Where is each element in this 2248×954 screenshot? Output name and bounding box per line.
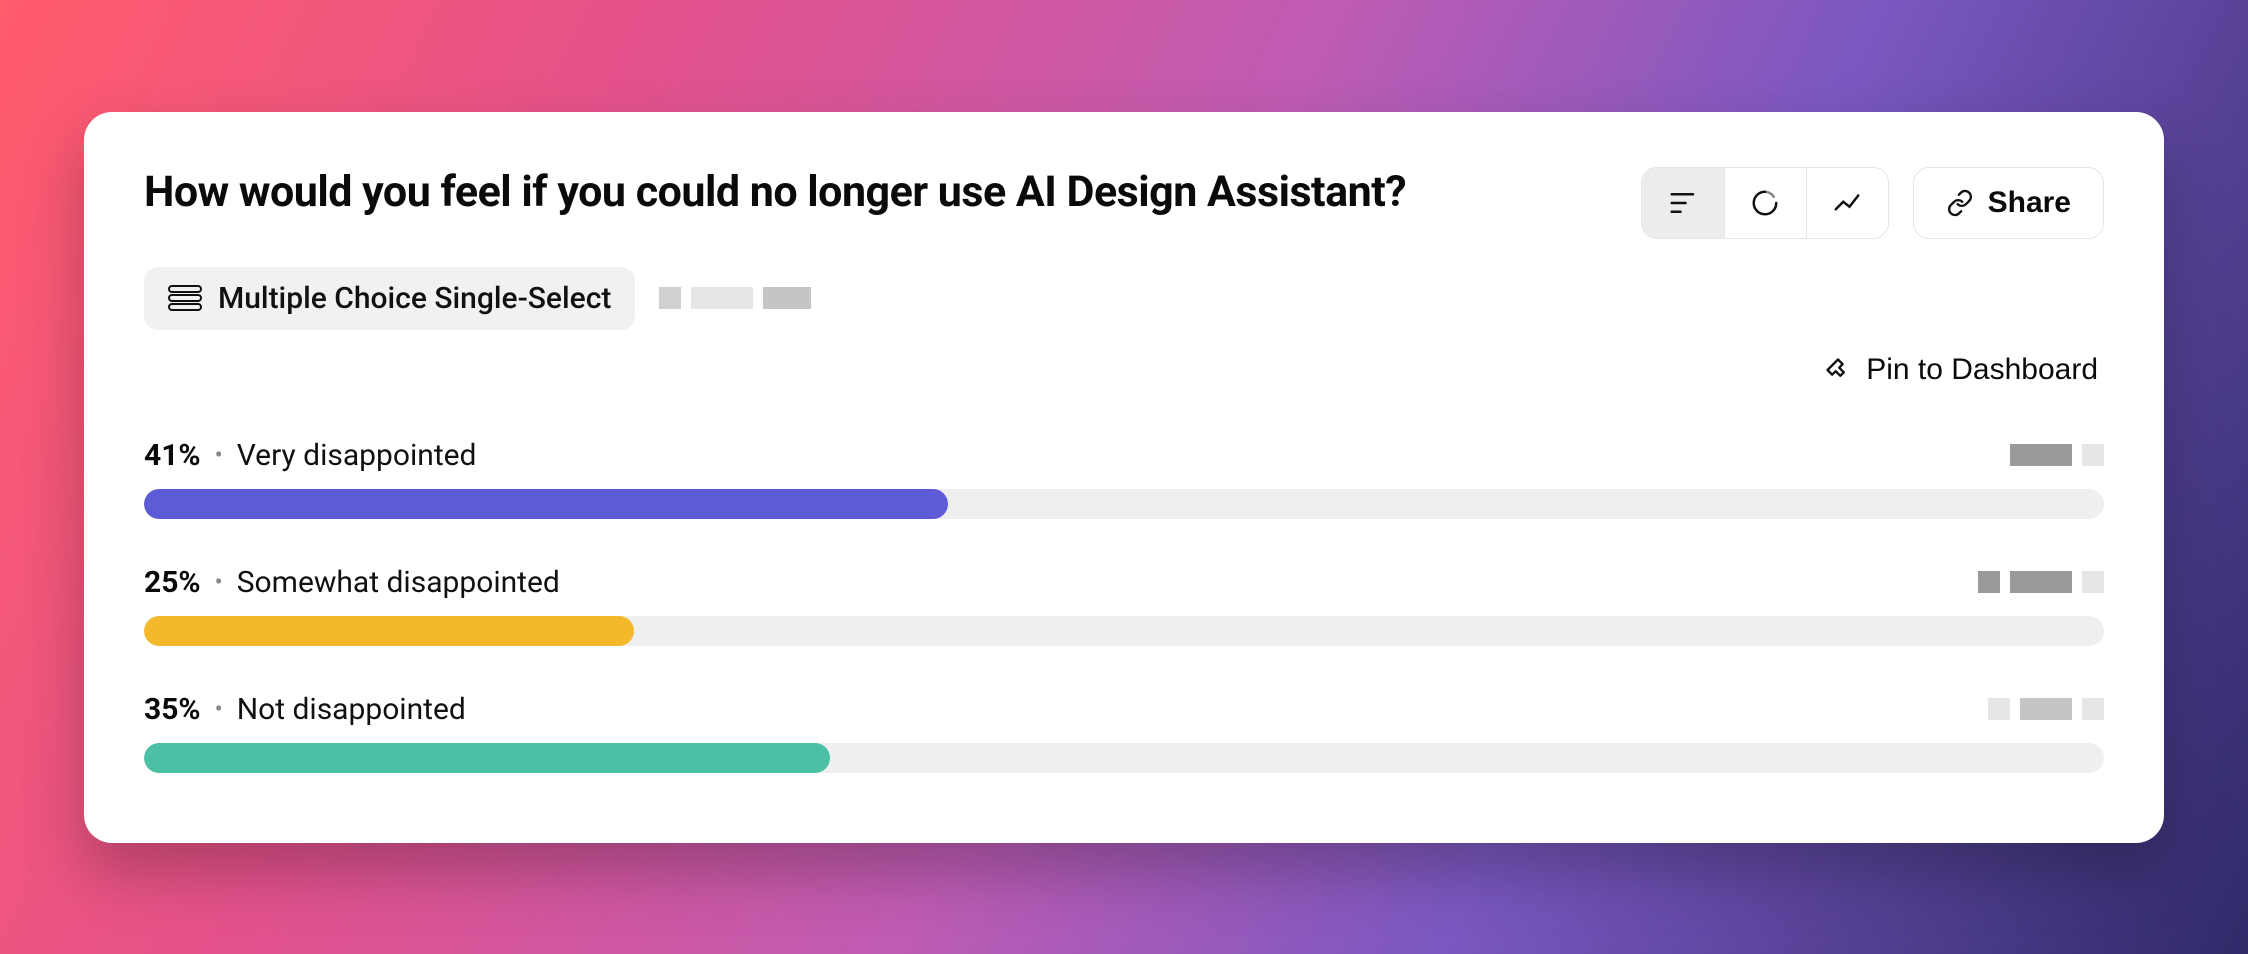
result-bar-fill: [144, 743, 830, 773]
donut-chart-toggle[interactable]: [1724, 168, 1806, 238]
redacted-block: [2082, 571, 2104, 593]
result-bar-fill: [144, 616, 634, 646]
share-button[interactable]: Share: [1913, 167, 2104, 239]
result-option-name: Very disappointed: [237, 438, 477, 473]
question-type-label: Multiple Choice Single-Select: [218, 281, 611, 316]
result-meta-placeholder: [1978, 571, 2104, 593]
result-percent: 35%: [144, 692, 201, 727]
result-meta-placeholder: [2010, 444, 2104, 466]
result-bar-track: [144, 743, 2104, 773]
results-list: 41% • Very disappointed 25% • Somewhat d…: [144, 438, 2104, 773]
result-option-name: Somewhat disappointed: [237, 565, 560, 600]
line-chart-icon: [1832, 188, 1862, 218]
bar-chart-toggle[interactable]: [1642, 168, 1724, 238]
pin-icon: [1824, 356, 1852, 384]
redacted-block: [2020, 698, 2072, 720]
result-percent: 41%: [144, 438, 201, 473]
question-type-pill: Multiple Choice Single-Select: [144, 267, 635, 330]
redacted-block: [2010, 444, 2072, 466]
header-row: How would you feel if you could no longe…: [144, 167, 2104, 239]
result-row: 35% • Not disappointed: [144, 692, 2104, 773]
multiple-choice-icon: [168, 285, 202, 311]
result-option-name: Not disappointed: [237, 692, 466, 727]
link-icon: [1946, 189, 1974, 217]
result-percent: 25%: [144, 565, 201, 600]
pin-to-dashboard-button[interactable]: Pin to Dashboard: [1818, 352, 2104, 388]
redacted-block: [2082, 698, 2104, 720]
survey-results-card: How would you feel if you could no longe…: [84, 112, 2164, 843]
result-meta-placeholder: [1988, 698, 2104, 720]
pin-label: Pin to Dashboard: [1866, 353, 2098, 387]
donut-chart-icon: [1750, 188, 1780, 218]
separator-dot: •: [215, 441, 223, 469]
redacted-block: [763, 287, 811, 309]
result-row: 41% • Very disappointed: [144, 438, 2104, 519]
chart-type-toggle: [1641, 167, 1889, 239]
redacted-block: [1978, 571, 2000, 593]
meta-row: Multiple Choice Single-Select: [144, 267, 2104, 330]
share-label: Share: [1988, 186, 2071, 220]
pin-row: Pin to Dashboard: [144, 352, 2104, 388]
result-bar-track: [144, 616, 2104, 646]
bar-chart-icon: [1668, 188, 1698, 218]
redacted-block: [2082, 444, 2104, 466]
redacted-block: [691, 287, 753, 309]
question-title: How would you feel if you could no longe…: [144, 167, 1406, 219]
redacted-block: [1988, 698, 2010, 720]
result-bar-fill: [144, 489, 948, 519]
line-chart-toggle[interactable]: [1806, 168, 1888, 238]
redacted-block: [659, 287, 681, 309]
result-row: 25% • Somewhat disappointed: [144, 565, 2104, 646]
result-bar-track: [144, 489, 2104, 519]
separator-dot: •: [215, 695, 223, 723]
meta-placeholder: [659, 287, 811, 309]
separator-dot: •: [215, 568, 223, 596]
header-actions: Share: [1641, 167, 2104, 239]
redacted-block: [2010, 571, 2072, 593]
